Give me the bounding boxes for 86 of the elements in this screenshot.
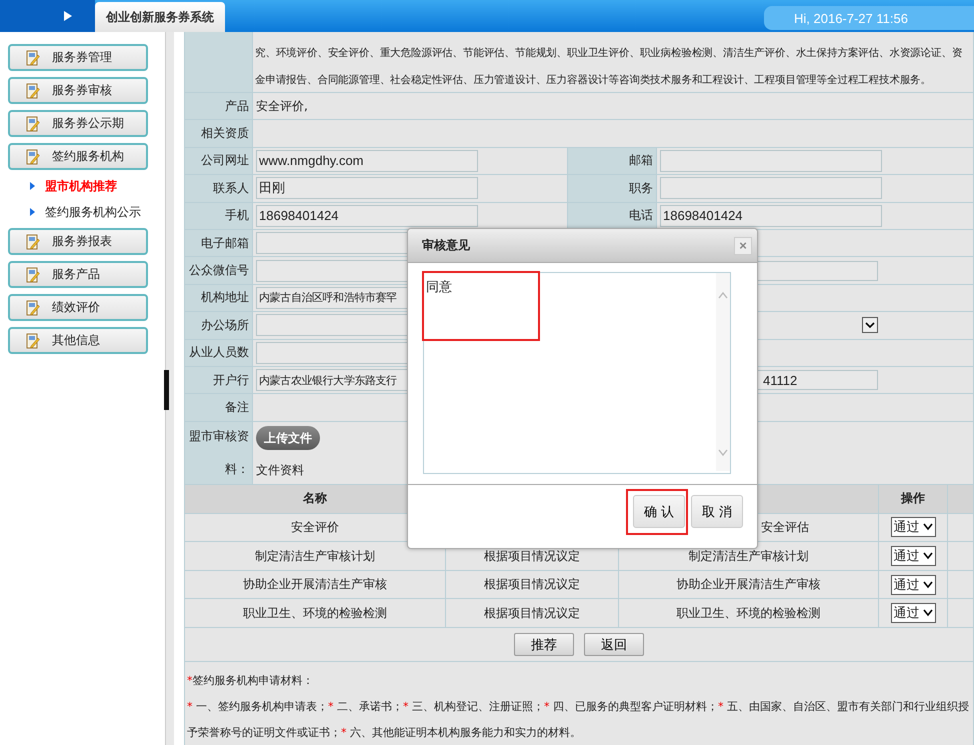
table-cell: 制定清洁生产审核计划 [688, 548, 808, 565]
input-field[interactable] [660, 177, 882, 200]
field-label: 电话 [629, 207, 653, 224]
input-field[interactable]: 田刚 [256, 177, 478, 200]
business-scope-text: 究、环境评价、安全评价、重大危险源评估、节能评估、节能规划、职业卫生评价、职业病检验检测、清洁生产评价、水土保持方案评估、水资源论证、资 [255, 46, 962, 61]
notepad-pencil-icon [26, 266, 40, 282]
input-field[interactable]: www.nmgdhy.com [256, 150, 478, 172]
field-value: 安全评价, [256, 98, 308, 115]
triangle-icon[interactable] [64, 11, 72, 21]
column-header: 操作 [901, 490, 925, 508]
scroll-down-icon[interactable] [718, 449, 728, 457]
scrollbar[interactable] [716, 273, 730, 471]
menu-button[interactable]: 签约服务机构 [8, 143, 148, 170]
action-button[interactable]: 推荐 [514, 633, 574, 656]
field-label: 开户行 [213, 372, 249, 389]
submenu-link[interactable]: 签约服务机构公示 [30, 202, 165, 222]
field-label: 联系人 [213, 180, 249, 197]
notepad-pencil-icon [26, 300, 40, 316]
file-label: 文件资料 [256, 462, 304, 480]
notes-title: 签约服务机构申请材料： [192, 674, 314, 688]
table-cell: 职业卫生、环境的检验检测 [243, 604, 387, 622]
caret-icon [922, 523, 932, 532]
column-header: 名称 [303, 490, 327, 508]
status-select[interactable]: 通过 [890, 603, 936, 624]
caret-icon [922, 609, 932, 618]
menu-button[interactable]: 绩效评价 [8, 294, 148, 321]
confirm-button[interactable]: 确 认 [633, 495, 685, 528]
field-label: 邮箱 [629, 152, 653, 170]
status-select[interactable]: 通过 [890, 574, 936, 595]
field-label: 从业人员数 [189, 344, 249, 362]
table-cell: 制定清洁生产审核计划 [255, 548, 375, 565]
notepad-pencil-icon [26, 234, 40, 250]
table-cell: 根据项目情况议定 [484, 548, 580, 565]
notepad-pencil-icon [26, 148, 40, 164]
table-cell: 协助企业开展清洁生产审核 [676, 576, 820, 594]
notepad-pencil-icon [26, 332, 40, 348]
upload-button[interactable]: 上传文件 [256, 426, 320, 450]
status-select[interactable]: 通过 [890, 546, 936, 566]
field-label: 备注 [225, 398, 249, 416]
required-mark: * [187, 674, 192, 688]
table-cell: 根据项目情况议定 [484, 576, 580, 594]
table-cell: 安全评估 [761, 518, 809, 536]
triangle-icon [30, 208, 35, 216]
caret-icon [922, 580, 932, 589]
table-cell: 职业卫生、环境的检验检测 [676, 604, 820, 622]
notepad-pencil-icon [26, 50, 40, 66]
field-label: 机构地址 [201, 289, 249, 306]
field-label: 办公场所 [201, 316, 249, 334]
notes-paragraph: * 一、签约服务机构申请表；* 二、承诺书；* 三、机构登记、注册证照；* 四、已服务的典型客户证明材料；* 五、由国家、自治区、盟市有关部门和行业组织授予荣誉称号的证明文件或证书；* 六、其他能证明本机构服务能力和实力的材料。 [187, 699, 970, 742]
dialog-title: 审核意见 [422, 237, 470, 254]
field-label: 公司网址 [201, 152, 249, 170]
caret-icon [922, 552, 932, 560]
input-field[interactable]: 18698401424 [660, 204, 882, 227]
field-label: 盟市审核资 [189, 428, 249, 445]
menu-button[interactable]: 服务券管理 [8, 44, 148, 71]
field-label: 电子邮箱 [201, 234, 249, 252]
notepad-pencil-icon [26, 116, 40, 132]
menu-button[interactable]: 服务券报表 [8, 228, 148, 255]
input-field[interactable] [660, 150, 882, 172]
notepad-pencil-icon [26, 82, 40, 98]
greeting-time: Hi, 2016-7-27 11:56 [764, 6, 974, 30]
opinion-textarea[interactable]: 同意 [423, 272, 731, 474]
scroll-up-icon[interactable] [718, 291, 728, 299]
field-label: 料： [225, 460, 249, 478]
collapse-handle[interactable] [164, 370, 169, 410]
system-title-tab[interactable]: 创业创新服务券系统 [95, 2, 225, 32]
status-select[interactable]: 通过 [890, 517, 936, 538]
business-scope-text: 金申请报告、合同能源管理、社会稳定性评估、压力管道设计、压力容器设计等咨询类技术服务和工程设计、工程项目管理等全过程工程技术服务。 [255, 73, 932, 88]
input-field[interactable]: 18698401424 [256, 204, 478, 227]
field-label: 职务 [629, 180, 653, 197]
table-cell: 协助企业开展清洁生产审核 [243, 576, 387, 594]
menu-button[interactable]: 服务券公示期 [8, 110, 148, 137]
field-label: 相关资质 [201, 125, 249, 142]
submenu-link[interactable]: 盟市机构推荐 [30, 176, 165, 196]
menu-button[interactable]: 其他信息 [8, 327, 148, 354]
field-label: 产品 [225, 98, 249, 115]
menu-button[interactable]: 服务产品 [8, 261, 148, 288]
highlight-box [626, 489, 688, 535]
triangle-icon [30, 182, 35, 190]
cancel-button[interactable]: 取 消 [691, 495, 743, 528]
field-label: 手机 [225, 207, 249, 224]
field-label: 公众微信号 [189, 262, 249, 280]
action-button[interactable]: 返回 [584, 633, 644, 656]
menu-button[interactable]: 服务券审核 [8, 77, 148, 104]
table-cell: 安全评价 [291, 518, 339, 536]
table-cell: 根据项目情况议定 [484, 604, 580, 622]
